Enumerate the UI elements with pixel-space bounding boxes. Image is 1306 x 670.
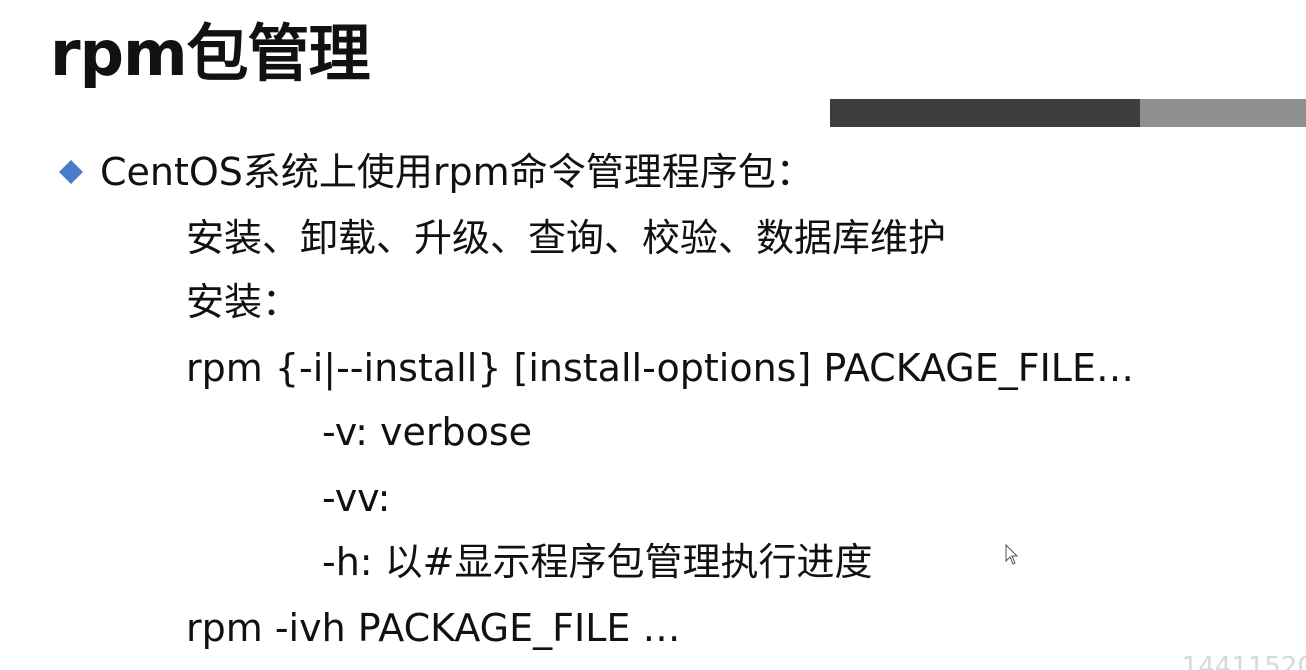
option-verbose: -v: verbose — [322, 410, 533, 454]
slide-title: rpm包管理 — [50, 17, 371, 90]
operations-text: 安装、卸载、升级、查询、校验、数据库维护 — [186, 216, 947, 260]
option-very-verbose: -vv: — [322, 476, 391, 520]
slide: rpm包管理 CentOS系统上使用rpm命令管理程序包： 安装、卸载、升级、查… — [0, 0, 1306, 670]
watermark-number: 14411520 — [1181, 652, 1306, 670]
install-example: rpm -ivh PACKAGE_FILE … — [186, 606, 681, 650]
header-bar-dark — [830, 99, 1140, 127]
install-syntax: rpm {-i|--install} [install-options] PAC… — [186, 346, 1134, 390]
header-bar-light — [1140, 99, 1306, 127]
bullet-text: CentOS系统上使用rpm命令管理程序包： — [100, 150, 814, 194]
mouse-cursor-icon — [1005, 544, 1019, 565]
install-heading: 安装： — [186, 280, 301, 324]
diamond-icon — [59, 160, 83, 184]
option-hash: -h: 以#显示程序包管理执行进度 — [322, 540, 873, 584]
